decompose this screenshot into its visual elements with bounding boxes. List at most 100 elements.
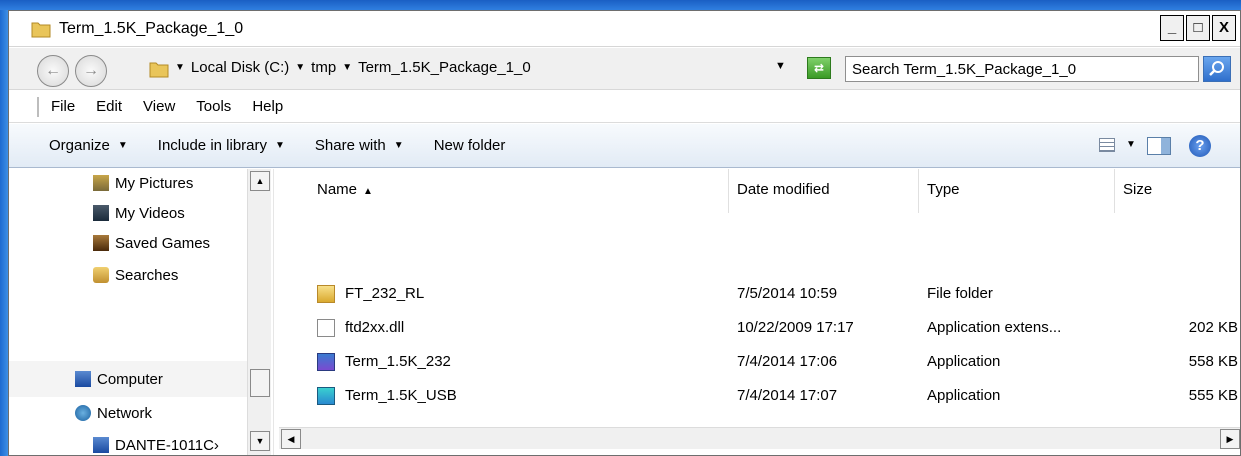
column-header-date[interactable]: Date modified [729,169,919,213]
organize-button[interactable]: Organize ▼ [49,137,128,154]
close-button[interactable]: X [1212,15,1236,41]
file-type: Application [927,387,1001,404]
menu-edit[interactable]: Edit [96,98,122,115]
horizontal-scrollbar[interactable]: ◀ ▶ [279,427,1240,449]
videos-icon [93,205,109,221]
column-size-label: Size [1123,181,1153,198]
menu-bar: File Edit View Tools Help [9,91,1240,123]
forward-button[interactable]: → [75,55,107,87]
scroll-down-icon[interactable]: ▼ [250,431,270,451]
nav-item-label: DANTE-1011C› [115,436,219,454]
table-row[interactable]: ftd2xx.dll 10/22/2009 17:17 Application … [279,313,1240,343]
scroll-up-icon[interactable]: ▲ [250,171,270,191]
column-header-size[interactable]: Size [1115,169,1240,213]
column-type-label: Type [927,181,960,198]
preview-pane-icon[interactable] [1147,137,1171,155]
column-name-label: Name [317,181,358,198]
computer-icon [75,371,91,387]
nav-item-network[interactable]: Network [75,401,152,425]
share-with-button[interactable]: Share with ▼ [315,137,404,154]
breadcrumb-item[interactable]: tmp [311,59,336,77]
nav-item-saved-games[interactable]: Saved Games [93,231,210,255]
folder-icon [31,22,51,38]
sort-ascending-icon: ▲ [363,186,373,197]
table-row[interactable]: Term_1.5K_USB 7/4/2014 17:07 Application… [279,381,1240,411]
usb-app-icon [317,387,335,405]
window-title: Term_1.5K_Package_1_0 [59,20,244,37]
scroll-right-icon[interactable]: ▶ [1220,429,1240,449]
nav-item-label: Searches [115,266,179,284]
chevron-down-icon: ▼ [393,140,404,151]
desktop-edge [0,10,8,456]
menu-file[interactable]: File [51,98,75,115]
file-list: Name ▲ Date modified Type Size FT_232_RL … [279,169,1240,455]
explorer-window: Term_1.5K_Package_1_0 _ □ X ← → ▼ Local … [8,10,1241,456]
organize-label: Organize [49,137,110,154]
chevron-down-icon: ▼ [275,140,285,151]
file-type: Application extens... [927,319,1062,336]
menu-grip [37,97,39,117]
breadcrumb-item[interactable]: Local Disk (C:) [191,59,289,77]
table-row[interactable]: FT_232_RL 7/5/2014 10:59 File folder [279,279,1240,309]
title-bar[interactable]: Term_1.5K_Package_1_0 _ □ X [9,11,1240,47]
file-size: 202 KB [1188,319,1238,336]
refresh-button[interactable]: ⇄ [807,57,831,79]
column-header-type[interactable]: Type [919,169,1115,213]
breadcrumb-item[interactable]: Term_1.5K_Package_1_0 [358,59,531,77]
include-label: Include in library [157,137,267,154]
navigation-pane: My Pictures My Videos Saved Games Search… [9,169,279,455]
chevron-down-icon[interactable]: ▼ [295,59,305,77]
search-icon [1209,61,1224,76]
computer-icon [93,437,109,453]
maximize-button[interactable]: □ [1186,15,1210,41]
breadcrumb[interactable]: ▼ Local Disk (C:) ▼ tmp ▼ Term_1.5K_Pack… [175,59,531,77]
dll-icon [317,319,335,337]
nav-item-my-videos[interactable]: My Videos [93,201,185,225]
file-name: Term_1.5K_USB [345,387,457,404]
search-input[interactable]: Search Term_1.5K_Package_1_0 [845,56,1199,82]
help-icon[interactable]: ? [1189,135,1211,157]
chevron-down-icon[interactable]: ▼ [342,59,352,77]
address-row: ← → ▼ Local Disk (C:) ▼ tmp ▼ Term_1.5K_… [9,48,1240,90]
file-name: ftd2xx.dll [345,319,405,336]
nav-item-label: Computer [97,370,163,388]
scroll-thumb[interactable] [250,369,270,397]
back-button[interactable]: ← [37,55,69,87]
app-icon [317,353,335,371]
column-header-name[interactable]: Name ▲ [309,169,729,213]
nav-item-my-pictures[interactable]: My Pictures [93,171,193,195]
file-date: 7/5/2014 10:59 [737,285,838,302]
file-size: 555 KB [1188,387,1238,404]
menu-help[interactable]: Help [252,98,283,115]
chevron-down-icon[interactable]: ▼ [175,59,185,77]
file-size: 558 KB [1188,353,1238,370]
address-history-dropdown[interactable]: ▼ [775,60,786,72]
nav-item-label: Network [97,404,153,422]
new-folder-button[interactable]: New folder [434,137,506,154]
command-bar: Organize ▼ Include in library ▼ Share wi… [9,124,1240,168]
search-button[interactable] [1203,56,1231,82]
menu-tools[interactable]: Tools [196,98,231,115]
nav-item-label: My Videos [115,204,185,222]
view-options-icon[interactable] [1099,138,1115,152]
file-name: FT_232_RL [345,285,425,302]
nav-item-label: Saved Games [115,234,211,252]
searches-icon [93,267,109,283]
scroll-left-icon[interactable]: ◀ [281,429,301,449]
chevron-down-icon[interactable]: ▼ [1126,139,1136,150]
file-date: 7/4/2014 17:07 [737,387,838,404]
menu-view[interactable]: View [143,98,175,115]
network-icon [75,405,91,421]
chevron-down-icon: ▼ [117,140,128,151]
nav-item-computer[interactable]: Computer [75,367,163,391]
file-date: 10/22/2009 17:17 [737,319,854,336]
nav-item-searches[interactable]: Searches [93,263,178,287]
column-date-label: Date modified [737,181,830,198]
include-in-library-button[interactable]: Include in library ▼ [158,137,285,154]
nav-item-network-computer[interactable]: DANTE-1011C› [93,433,219,455]
minimize-button[interactable]: _ [1160,15,1184,41]
nav-scrollbar[interactable]: ▲ ▼ [247,169,271,455]
table-row[interactable]: Term_1.5K_232 7/4/2014 17:06 Application… [279,347,1240,377]
file-name: Term_1.5K_232 [345,353,451,370]
desktop-background [0,0,1241,10]
